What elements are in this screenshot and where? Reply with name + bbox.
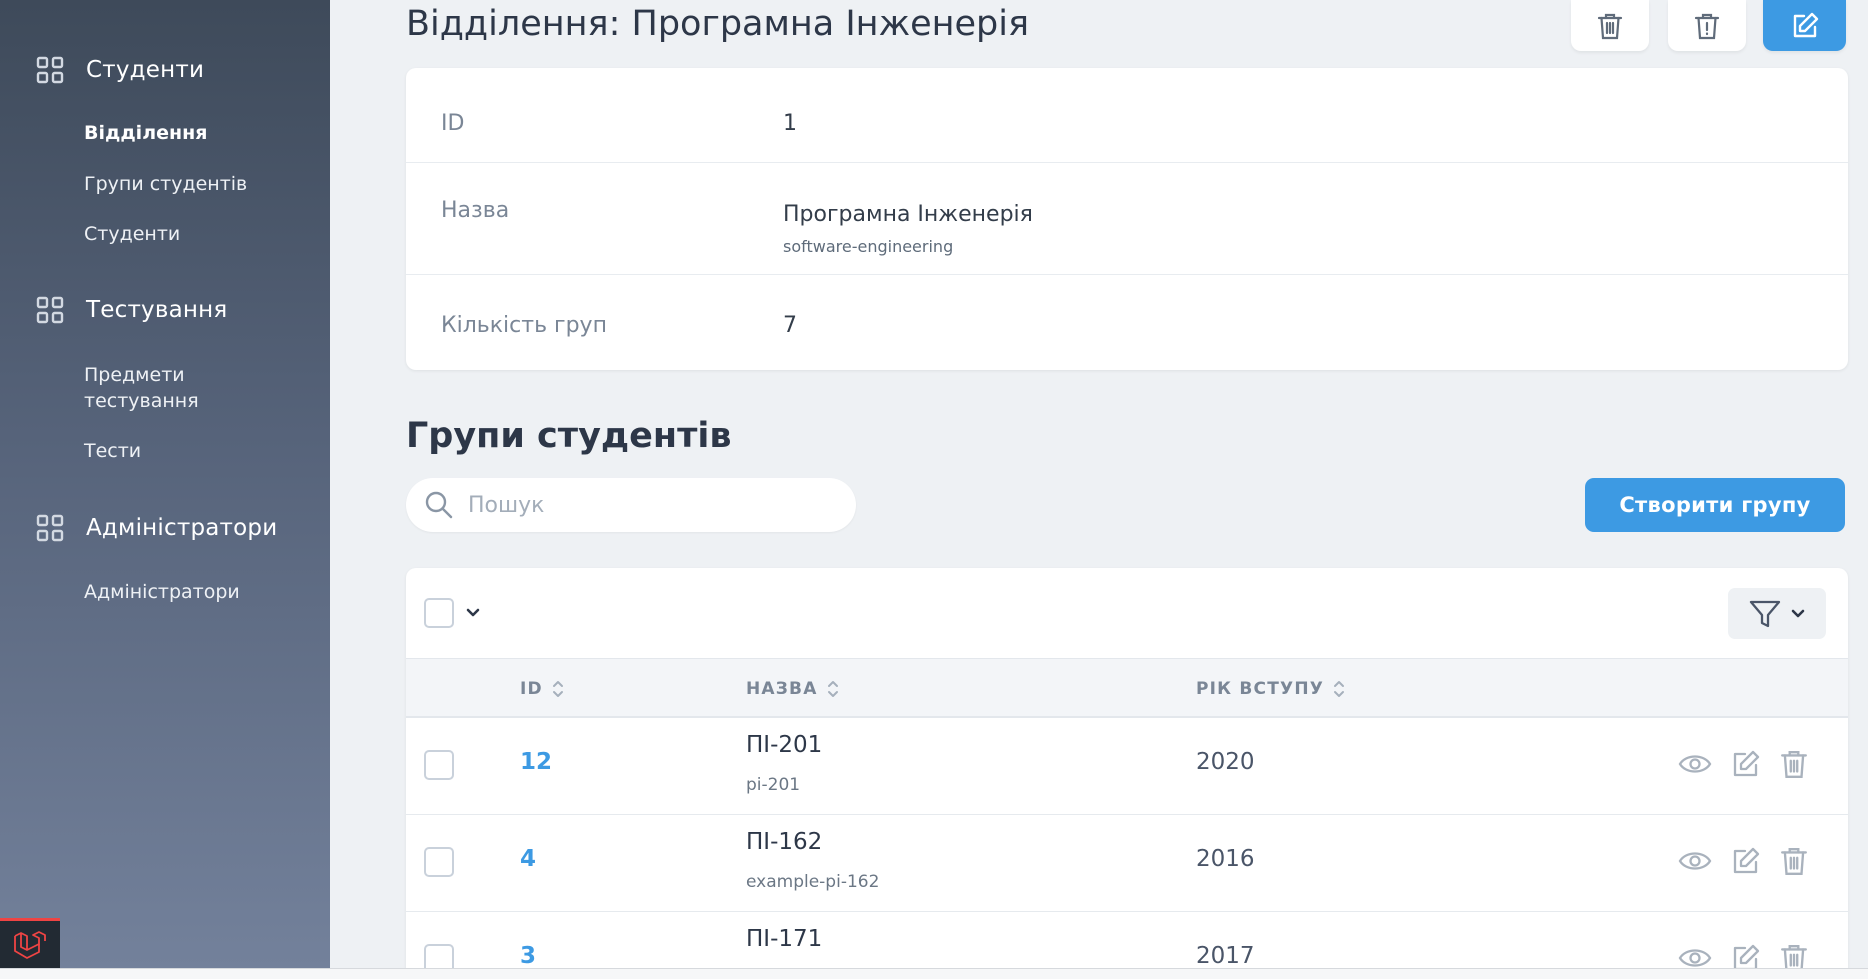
detail-label: Назва [441, 198, 510, 223]
detail-value: 1 [783, 111, 797, 136]
row-actions [1678, 943, 1808, 968]
sidebar-section-label: Тестування [86, 297, 228, 323]
sidebar-item-administrators[interactable]: Адміністратори [84, 579, 240, 605]
filter-button[interactable] [1728, 588, 1826, 639]
row-actions [1678, 846, 1808, 876]
view-icon[interactable] [1678, 846, 1712, 876]
grid-icon [36, 514, 64, 542]
row-slug: pi-201 [746, 775, 801, 795]
edit-icon[interactable] [1731, 749, 1761, 779]
column-header-id[interactable]: ID [520, 678, 565, 700]
department-detail-card: ID 1 Назва Програмна Інженерія software-… [406, 68, 1848, 370]
sidebar-section-students[interactable]: Студенти [36, 56, 204, 84]
column-header-year[interactable]: РІК ВСТУПУ [1196, 678, 1346, 700]
detail-row-group-count: Кількість груп 7 [406, 275, 1848, 370]
row-checkbox[interactable] [424, 847, 454, 877]
trash-icon[interactable] [1780, 943, 1808, 968]
detail-label: ID [441, 111, 465, 136]
column-header-name[interactable]: НАЗВА [746, 678, 840, 700]
edit-button[interactable] [1763, 0, 1846, 51]
search-icon [425, 491, 453, 519]
sidebar-item-students[interactable]: Студенти [84, 221, 180, 247]
row-actions [1678, 749, 1808, 779]
row-name: ПІ-171 [746, 926, 823, 952]
edit-icon[interactable] [1731, 943, 1761, 968]
edit-icon[interactable] [1731, 846, 1761, 876]
sidebar-item-departments[interactable]: Відділення [84, 120, 207, 146]
trash-icon [1597, 13, 1623, 39]
detail-value: Програмна Інженерія [783, 202, 1033, 227]
sidebar-section-label: Студенти [86, 57, 205, 83]
sidebar: Студенти Відділення Групи студентів Студ… [0, 0, 330, 968]
trash-icon[interactable] [1780, 749, 1808, 779]
table-row[interactable]: 12 ПІ-201 pi-201 2020 [406, 718, 1848, 815]
sidebar-section-admins[interactable]: Адміністратори [36, 514, 277, 542]
create-group-button[interactable]: Створити групу [1585, 478, 1845, 532]
edit-icon [1793, 12, 1818, 37]
detail-slug: software-engineering [783, 237, 954, 256]
trash-icon[interactable] [1780, 846, 1808, 876]
row-name: ПІ-201 [746, 732, 823, 758]
search-input[interactable] [468, 492, 828, 518]
row-id-link[interactable]: 12 [520, 749, 552, 775]
row-checkbox[interactable] [424, 750, 454, 780]
section-title: Групи студентів [406, 416, 732, 456]
delete-button[interactable] [1571, 0, 1649, 51]
sidebar-section-testing[interactable]: Тестування [36, 296, 227, 324]
detail-row-name: Назва Програмна Інженерія software-engin… [406, 163, 1848, 275]
column-header-label: НАЗВА [746, 679, 818, 699]
column-header-label: РІК ВСТУПУ [1196, 679, 1325, 699]
sidebar-item-tests[interactable]: Тести [84, 438, 141, 464]
select-all-checkbox[interactable] [424, 598, 454, 628]
row-name: ПІ-162 [746, 829, 823, 855]
table-row[interactable]: 3 ПІ-171 2017 [406, 912, 1848, 968]
row-checkbox[interactable] [424, 944, 454, 968]
filter-icon [1749, 600, 1781, 627]
row-slug: example-pi-162 [746, 872, 880, 892]
detail-label: Кількість груп [441, 313, 607, 338]
chevron-down-icon[interactable] [465, 606, 481, 620]
detail-value: 7 [783, 313, 797, 338]
groups-table: ID НАЗВА РІК ВСТУПУ 12 ПІ-201 pi-201 202… [406, 568, 1848, 968]
row-year: 2016 [1196, 846, 1255, 872]
trash-alert-icon [1694, 13, 1720, 39]
table-header: ID НАЗВА РІК ВСТУПУ [406, 658, 1848, 718]
sidebar-section-label: Адміністратори [86, 515, 278, 541]
row-year: 2020 [1196, 749, 1255, 775]
page-title: Відділення: Програмна Інженерія [406, 4, 1030, 44]
row-id-link[interactable]: 4 [520, 846, 536, 872]
sort-icon [552, 681, 563, 697]
sort-icon [1334, 681, 1345, 697]
sort-icon [827, 681, 838, 697]
window-bottom-edge [0, 968, 1868, 979]
detail-row-id: ID 1 [406, 68, 1848, 163]
table-row[interactable]: 4 ПІ-162 example-pi-162 2016 [406, 815, 1848, 912]
grid-icon [36, 56, 64, 84]
row-id-link[interactable]: 3 [520, 943, 536, 968]
column-header-label: ID [520, 679, 543, 699]
view-icon[interactable] [1678, 749, 1712, 779]
laravel-logo-icon[interactable] [0, 918, 60, 968]
main-content: Відділення: Програмна Інженерія ID 1 Наз… [330, 0, 1868, 968]
row-year: 2017 [1196, 943, 1255, 968]
sidebar-item-student-groups[interactable]: Групи студентів [84, 171, 247, 197]
laravel-icon [14, 930, 46, 959]
view-icon[interactable] [1678, 943, 1712, 968]
sidebar-item-test-subjects[interactable]: Предмети тестування [84, 362, 284, 414]
chevron-down-icon [1791, 609, 1805, 617]
grid-icon [36, 296, 64, 324]
search-field[interactable] [406, 478, 856, 532]
force-delete-button[interactable] [1668, 0, 1746, 51]
